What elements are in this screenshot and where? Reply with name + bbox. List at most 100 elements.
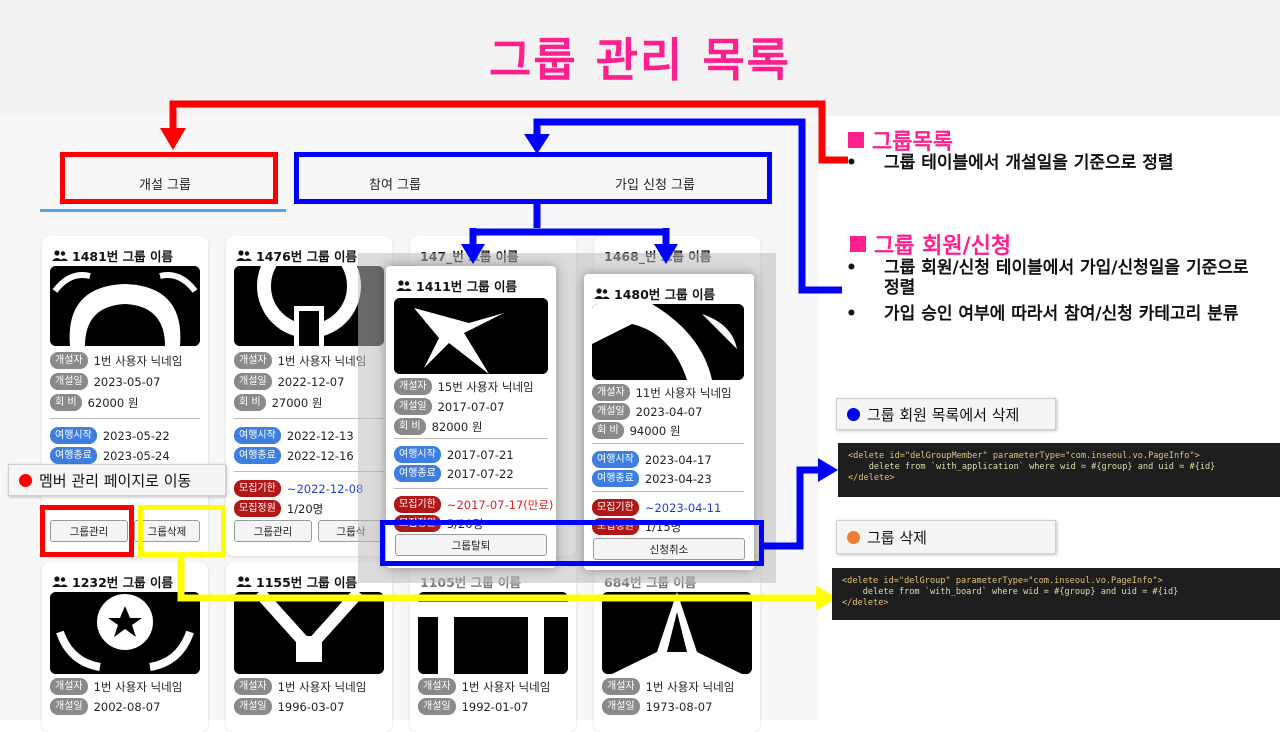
group-card[interactable]: 1155번 그룹 이름 개설자 1번 사용자 닉네임 개설일 1996-03-07 bbox=[226, 562, 392, 732]
founder-label: 개설자 bbox=[234, 678, 272, 695]
founder-label: 개설자 bbox=[602, 678, 640, 695]
capacity-label: 모집정원 bbox=[234, 500, 281, 517]
trip-end-value: 2023-04-23 bbox=[644, 471, 712, 486]
founder-value: 1번 사용자 닉네임 bbox=[277, 679, 367, 694]
divider bbox=[592, 443, 744, 444]
trip-end-label: 여행종료 bbox=[234, 447, 281, 464]
highlight-leave-cancel-buttons bbox=[380, 520, 764, 566]
opened-value: 2023-04-07 bbox=[635, 404, 703, 419]
trip-end-label: 여행종료 bbox=[394, 465, 441, 482]
group-card[interactable]: 684번 그룹 이름 개설자1번 사용자 닉네임 개설일1973-08-07 bbox=[594, 562, 760, 732]
card-title: 1480번 그룹 이름 bbox=[594, 284, 715, 303]
trip-start-value: 2023-05-22 bbox=[102, 428, 170, 443]
divider bbox=[394, 438, 548, 439]
deadline-label: 모집기한 bbox=[234, 480, 281, 497]
founder-value: 1번 사용자 닉네임 bbox=[93, 353, 183, 368]
founder-label: 개설자 bbox=[234, 352, 272, 369]
section-group-list-bullet: • 그룹 테이블에서 개설일을 기준으로 정렬 bbox=[846, 153, 1174, 173]
delete-group-sql: <delete id="delGroup" parameterType="com… bbox=[832, 568, 1280, 620]
group-card[interactable]: 1232번 그룹 이름 개설자 1번 사용자 닉네임 개설일 2002-08-07 bbox=[42, 562, 208, 732]
highlight-joined-applied-tabs bbox=[294, 152, 772, 204]
member-page-note: 멤버 관리 페이지로 이동 bbox=[8, 464, 226, 496]
founder-label: 개설자 bbox=[50, 352, 88, 369]
deadline-value: ~2017-07-17(만료) bbox=[446, 497, 554, 512]
opened-value: 2017-07-07 bbox=[437, 399, 505, 414]
users-icon bbox=[52, 575, 68, 587]
opened-label: 개설일 bbox=[234, 698, 272, 715]
blue-dot-icon bbox=[847, 407, 860, 421]
card-title: 1481번 그룹 이름 bbox=[52, 246, 173, 265]
fee-value: 62000 원 bbox=[87, 395, 139, 410]
opened-value: 2023-05-07 bbox=[93, 374, 161, 389]
opened-value: 1996-03-07 bbox=[277, 699, 345, 714]
trip-start-label: 여행시작 bbox=[394, 446, 441, 463]
square-bullet-icon bbox=[848, 132, 864, 148]
red-dot-icon bbox=[19, 473, 32, 487]
users-icon bbox=[594, 287, 610, 299]
founder-value: 1번 사용자 닉네임 bbox=[461, 679, 551, 694]
trip-start-label: 여행시작 bbox=[592, 451, 639, 468]
deadline-label: 모집기한 bbox=[592, 499, 639, 516]
fee-value: 27000 원 bbox=[271, 395, 323, 410]
deadline-value: ~2023-04-11 bbox=[644, 500, 722, 515]
section-members-heading: 그룹 회원/신청 bbox=[850, 228, 1011, 260]
trip-start-label: 여행시작 bbox=[50, 427, 97, 444]
founder-value: 1번 사용자 닉네임 bbox=[645, 679, 735, 694]
capacity-value: 1/20명 bbox=[286, 501, 324, 516]
founder-label: 개설자 bbox=[418, 678, 456, 695]
delete-group-note: 그룹 삭제 bbox=[836, 520, 1056, 554]
trip-start-value: 2017-07-21 bbox=[446, 447, 514, 462]
group-image bbox=[592, 304, 744, 380]
delete-member-sql: <delete id="delGroupMember" parameterTyp… bbox=[838, 443, 1280, 497]
group-image bbox=[50, 266, 200, 346]
founder-value: 15번 사용자 닉네임 bbox=[437, 379, 534, 394]
group-image bbox=[394, 298, 548, 374]
manage-group-button[interactable]: 그룹관리 bbox=[234, 520, 312, 542]
highlight-created-tab bbox=[60, 152, 278, 204]
users-icon bbox=[236, 249, 252, 261]
founder-label: 개설자 bbox=[50, 678, 88, 695]
opened-value: 1992-01-07 bbox=[461, 699, 529, 714]
group-image bbox=[50, 592, 200, 674]
card-title: 1232번 그룹 이름 bbox=[52, 572, 173, 591]
divider bbox=[592, 491, 744, 492]
fee-label: 회 비 bbox=[592, 422, 624, 439]
section-group-list-heading: 그룹목록 bbox=[848, 124, 953, 156]
founder-value: 1번 사용자 닉네임 bbox=[93, 679, 183, 694]
group-image bbox=[602, 592, 752, 674]
fee-value: 82000 원 bbox=[431, 419, 483, 434]
highlight-delete-button bbox=[138, 505, 226, 557]
opened-label: 개설일 bbox=[50, 698, 88, 715]
trip-end-label: 여행종료 bbox=[50, 447, 97, 464]
orange-dot-icon bbox=[847, 530, 860, 544]
card-title: 1411번 그룹 이름 bbox=[396, 276, 517, 295]
active-tab-indicator bbox=[40, 209, 286, 212]
founder-value: 1번 사용자 닉네임 bbox=[277, 353, 367, 368]
group-image bbox=[234, 592, 384, 674]
opened-value: 2022-12-07 bbox=[277, 374, 345, 389]
square-bullet-icon bbox=[850, 236, 866, 252]
fee-label: 회 비 bbox=[50, 394, 82, 411]
trip-start-label: 여행시작 bbox=[234, 427, 281, 444]
trip-end-value: 2022-12-16 bbox=[286, 448, 354, 463]
trip-start-value: 2023-04-17 bbox=[644, 452, 712, 467]
divider bbox=[50, 418, 200, 419]
fee-label: 회 비 bbox=[234, 394, 266, 411]
divider bbox=[394, 488, 548, 489]
card-title: 1476번 그룹 이름 bbox=[236, 246, 357, 265]
opened-value: 2002-08-07 bbox=[93, 699, 161, 714]
users-icon bbox=[236, 575, 252, 587]
founder-label: 개설자 bbox=[394, 378, 432, 395]
opened-value: 1973-08-07 bbox=[645, 699, 713, 714]
opened-label: 개설일 bbox=[592, 403, 630, 420]
opened-label: 개설일 bbox=[602, 698, 640, 715]
deadline-value: ~2022-12-08 bbox=[286, 481, 364, 496]
highlight-manage-button bbox=[40, 505, 134, 557]
section-members-bullet: • 가입 승인 여부에 따라서 참여/신청 카테고리 분류 bbox=[846, 304, 1239, 324]
users-icon bbox=[396, 279, 412, 291]
slide-title: 그룹 관리 목록 bbox=[489, 33, 791, 87]
delete-member-note: 그룹 회원 목록에서 삭제 bbox=[836, 398, 1056, 430]
opened-label: 개설일 bbox=[418, 698, 456, 715]
group-card[interactable]: 1105번 그룹 이름 개설자1번 사용자 닉네임 개설일1992-01-07 bbox=[410, 562, 576, 732]
opened-label: 개설일 bbox=[394, 398, 432, 415]
